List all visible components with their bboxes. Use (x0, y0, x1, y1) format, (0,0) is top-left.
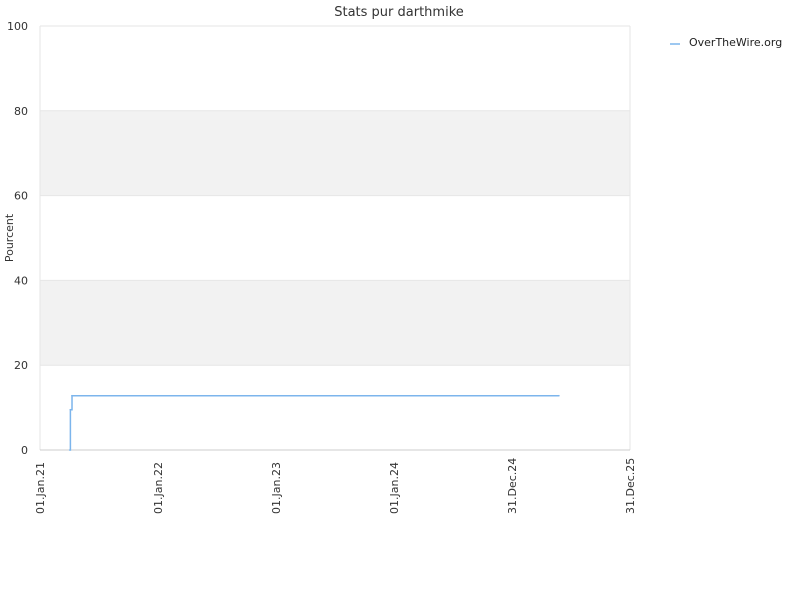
plot-bands (40, 110, 630, 366)
x-tick-label: 31.Dec.25 (624, 458, 637, 514)
series-layer (68, 394, 560, 451)
data-point (69, 408, 72, 411)
x-tick-label: 01.Jan.23 (270, 462, 283, 514)
x-tick-label: 31.Dec.24 (506, 458, 519, 514)
y-tick-label: 100 (7, 20, 28, 33)
y-tick-label: 40 (14, 274, 28, 287)
chart: 0 20 40 60 80 100 01.Jan.21 01.Jan.22 01.Jan.23… (3, 5, 782, 514)
x-ticks: 01.Jan.21 01.Jan.22 01.Jan.23 01.Jan.24 31.D… (34, 458, 637, 514)
legend[interactable]: OverTheWire.org (670, 36, 782, 49)
y-tick-label: 80 (14, 105, 28, 118)
legend-label-overthewire: OverTheWire.org (689, 36, 782, 49)
data-point (68, 449, 71, 451)
x-tick-label: 01.Jan.21 (34, 462, 47, 514)
y-tick-label: 60 (14, 190, 28, 203)
plot-band (40, 280, 630, 366)
x-tick-label: 01.Jan.24 (388, 462, 401, 514)
grid-lines (40, 25, 630, 451)
plot-band (40, 110, 630, 196)
data-point (71, 394, 73, 397)
y-tick-label: 20 (14, 359, 28, 372)
series-line (69, 394, 559, 451)
data-point (558, 394, 560, 397)
chart-title: Stats pur darthmike (334, 5, 464, 20)
axes (39, 26, 631, 451)
x-tick-label: 01.Jan.22 (152, 462, 165, 514)
y-tick-label: 0 (21, 444, 28, 457)
y-axis-label: Pourcent (3, 213, 16, 262)
